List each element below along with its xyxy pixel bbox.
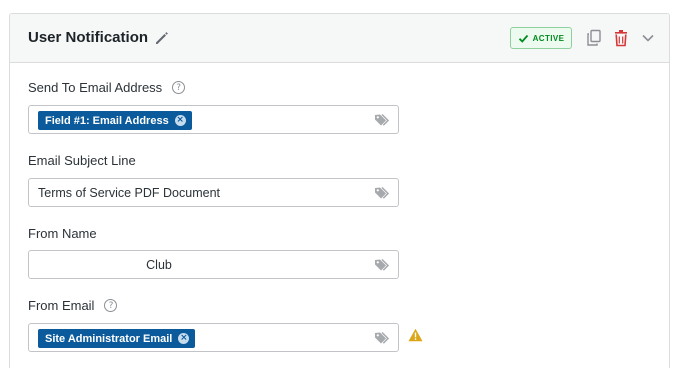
remove-tag-button[interactable]: × (178, 333, 190, 344)
from-name-label-text: From Name (28, 226, 97, 241)
from-name-input[interactable]: Club (28, 250, 399, 279)
pencil-icon[interactable] (153, 29, 171, 47)
tags-icon[interactable] (374, 331, 390, 345)
from-name-label: From Name (28, 226, 97, 241)
panel-header: User Notification ACTIVE (10, 14, 669, 63)
help-icon[interactable]: ? (104, 299, 118, 312)
subject-label-text: Email Subject Line (28, 153, 136, 168)
status-badge-label: ACTIVE (532, 33, 565, 43)
send-to-field[interactable]: Field #1: Email Address × (28, 105, 399, 134)
from-name-input-value: Club (146, 258, 172, 272)
subject-input[interactable]: Terms of Service PDF Document (28, 178, 399, 207)
notification-panel: User Notification ACTIVE Send To Email A… (9, 13, 670, 368)
email-field-tag-label: Field #1: Email Address (45, 114, 169, 127)
subject-input-value: Terms of Service PDF Document (38, 186, 220, 200)
warning-icon[interactable] (408, 328, 423, 342)
tags-icon[interactable] (374, 258, 390, 272)
admin-email-tag: Site Administrator Email × (38, 329, 196, 348)
check-icon (518, 34, 528, 43)
status-badge[interactable]: ACTIVE (510, 27, 572, 49)
subject-label: Email Subject Line (28, 153, 136, 168)
admin-email-tag-label: Site Administrator Email (45, 332, 173, 345)
tags-icon[interactable] (374, 186, 390, 200)
tags-icon[interactable] (374, 113, 390, 127)
send-to-label: Send To Email Address ? (28, 80, 186, 95)
from-email-label: From Email ? (28, 298, 118, 313)
remove-tag-button[interactable]: × (174, 115, 186, 126)
trash-icon[interactable] (613, 29, 629, 47)
panel-title: User Notification (28, 29, 149, 46)
from-email-label-text: From Email (28, 298, 95, 313)
email-field-tag: Field #1: Email Address × (38, 111, 192, 130)
copy-icon[interactable] (586, 29, 602, 47)
send-to-label-text: Send To Email Address (28, 80, 163, 95)
from-email-field[interactable]: Site Administrator Email × (28, 323, 399, 352)
chevron-down-icon[interactable] (641, 32, 655, 44)
help-icon[interactable]: ? (172, 81, 186, 94)
